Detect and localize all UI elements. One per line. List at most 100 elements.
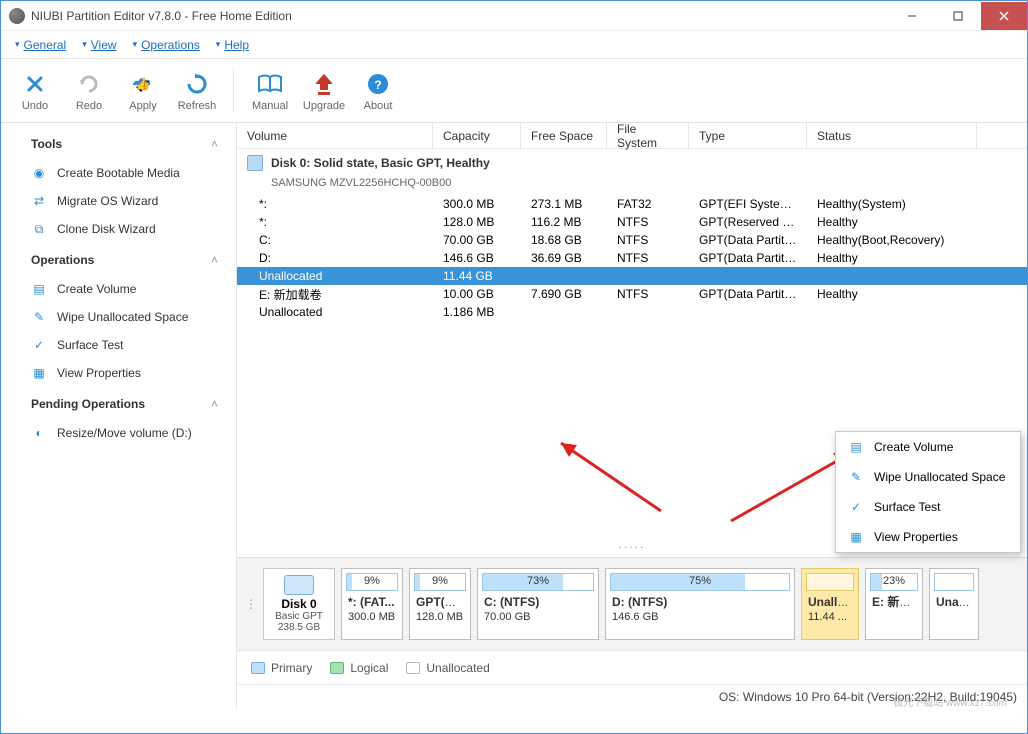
sidebar-item-view-properties[interactable]: ▦View Properties bbox=[1, 359, 236, 387]
close-button[interactable] bbox=[981, 2, 1027, 30]
drive-icon bbox=[284, 575, 314, 595]
clone-icon: ⧉ bbox=[31, 221, 47, 237]
app-icon bbox=[9, 8, 25, 24]
partition-box[interactable]: 23%E: 新加... bbox=[865, 568, 923, 640]
table-row[interactable]: *:300.0 MB273.1 MBFAT32GPT(EFI System ..… bbox=[237, 195, 1027, 213]
menu-view[interactable]: ▾View bbox=[82, 38, 116, 52]
sidebar-item-surface-test[interactable]: ✓Surface Test bbox=[1, 331, 236, 359]
annotation-arrow-1 bbox=[541, 431, 681, 524]
title-bar: NIUBI Partition Editor v7.8.0 - Free Hom… bbox=[1, 1, 1027, 31]
col-status[interactable]: Status bbox=[807, 123, 977, 148]
table-row[interactable]: C:70.00 GB18.68 GBNTFSGPT(Data Partiti..… bbox=[237, 231, 1027, 249]
chevron-up-icon: ˄ bbox=[211, 397, 218, 411]
table-row[interactable]: *:128.0 MB116.2 MBNTFSGPT(Reserved P...H… bbox=[237, 213, 1027, 231]
col-capacity[interactable]: Capacity bbox=[433, 123, 521, 148]
wipe-icon: ✎ bbox=[848, 469, 864, 485]
legend-logical: Logical bbox=[330, 661, 388, 675]
context-menu-create-volume[interactable]: ▤Create Volume bbox=[836, 432, 1020, 462]
chevron-down-icon: ▾ bbox=[216, 39, 221, 50]
disk-summary-box[interactable]: Disk 0 Basic GPT 238.5 GB bbox=[263, 568, 335, 640]
partition-box[interactable]: 9%GPT(Re...128.0 MB bbox=[409, 568, 471, 640]
main-area: Tools ˄ ◉Create Bootable Media ⇄Migrate … bbox=[1, 123, 1027, 708]
properties-icon: ▦ bbox=[848, 529, 864, 545]
about-button[interactable]: ? About bbox=[356, 70, 400, 112]
sidebar: Tools ˄ ◉Create Bootable Media ⇄Migrate … bbox=[1, 123, 237, 708]
create-volume-icon: ▤ bbox=[848, 439, 864, 455]
toolbar-separator bbox=[233, 69, 234, 113]
legend-primary: Primary bbox=[251, 661, 312, 675]
sidebar-item-create-bootable-media[interactable]: ◉Create Bootable Media bbox=[1, 159, 236, 187]
col-volume[interactable]: Volume bbox=[237, 123, 433, 148]
properties-icon: ▦ bbox=[31, 365, 47, 381]
grid-header: Volume Capacity Free Space File System T… bbox=[237, 123, 1027, 149]
surface-test-icon: ✓ bbox=[848, 499, 864, 515]
disk-model: SAMSUNG MZVL2256HCHQ-00B00 bbox=[237, 177, 1027, 195]
legend: Primary Logical Unallocated bbox=[237, 650, 1027, 684]
disk-icon bbox=[247, 155, 263, 171]
upgrade-icon bbox=[310, 70, 338, 98]
sidebar-item-clone-disk-wizard[interactable]: ⧉Clone Disk Wizard bbox=[1, 215, 236, 243]
upgrade-button[interactable]: Upgrade bbox=[302, 70, 346, 112]
chevron-down-icon: ▾ bbox=[82, 39, 87, 50]
partition-box[interactable]: 9%*: (FAT...300.0 MB bbox=[341, 568, 403, 640]
disk-map: ⋮ Disk 0 Basic GPT 238.5 GB 9%*: (FAT...… bbox=[237, 557, 1027, 650]
chevron-down-icon: ▾ bbox=[15, 39, 20, 50]
chevron-up-icon: ˄ bbox=[211, 253, 218, 267]
undo-icon bbox=[21, 70, 49, 98]
chevron-down-icon: ▾ bbox=[133, 39, 138, 50]
menu-operations[interactable]: ▾Operations bbox=[133, 38, 200, 52]
surface-test-icon: ✓ bbox=[31, 337, 47, 353]
create-volume-icon: ▤ bbox=[31, 281, 47, 297]
legend-unallocated: Unallocated bbox=[406, 661, 489, 675]
redo-icon bbox=[75, 70, 103, 98]
pending-icon: ◐ bbox=[31, 425, 47, 441]
manual-icon bbox=[256, 70, 284, 98]
window-title: NIUBI Partition Editor v7.8.0 - Free Hom… bbox=[31, 9, 292, 23]
table-row[interactable]: D:146.6 GB36.69 GBNTFSGPT(Data Partiti..… bbox=[237, 249, 1027, 267]
wipe-icon: ✎ bbox=[31, 309, 47, 325]
context-menu-surface-test[interactable]: ✓Surface Test bbox=[836, 492, 1020, 522]
maximize-button[interactable] bbox=[935, 2, 981, 30]
col-free-space[interactable]: Free Space bbox=[521, 123, 607, 148]
toolbar: Undo Redo 👍 Apply Refresh Manual Upgrade… bbox=[1, 59, 1027, 123]
context-menu-wipe-unallocated[interactable]: ✎Wipe Unallocated Space bbox=[836, 462, 1020, 492]
sidebar-item-wipe-unallocated[interactable]: ✎Wipe Unallocated Space bbox=[1, 303, 236, 331]
sidebar-pending-header[interactable]: Pending Operations ˄ bbox=[1, 387, 236, 419]
context-menu-view-properties[interactable]: ▦View Properties bbox=[836, 522, 1020, 552]
partition-box[interactable]: Unalloc... bbox=[929, 568, 979, 640]
svg-text:?: ? bbox=[374, 78, 381, 92]
refresh-button[interactable]: Refresh bbox=[175, 70, 219, 112]
window-controls bbox=[889, 2, 1027, 30]
menu-bar: ▾General ▾View ▾Operations ▾Help bbox=[1, 31, 1027, 59]
col-file-system[interactable]: File System bbox=[607, 123, 689, 148]
table-row[interactable]: Unallocated1.186 MB bbox=[237, 303, 1027, 321]
col-type[interactable]: Type bbox=[689, 123, 807, 148]
minimize-button[interactable] bbox=[889, 2, 935, 30]
disk-header[interactable]: Disk 0: Solid state, Basic GPT, Healthy bbox=[237, 149, 1027, 177]
table-row[interactable]: E: 新加载卷10.00 GB7.690 GBNTFSGPT(Data Part… bbox=[237, 285, 1027, 303]
sidebar-item-pending-resize[interactable]: ◐Resize/Move volume (D:) bbox=[1, 419, 236, 447]
manual-button[interactable]: Manual bbox=[248, 70, 292, 112]
apply-button[interactable]: 👍 Apply bbox=[121, 70, 165, 112]
sidebar-tools-header[interactable]: Tools ˄ bbox=[1, 127, 236, 159]
partition-box-unallocated[interactable]: Unalloc...11.44 ... bbox=[801, 568, 859, 640]
drag-handle-icon[interactable]: ⋮ bbox=[245, 597, 257, 611]
apply-icon: 👍 bbox=[129, 70, 157, 98]
menu-help[interactable]: ▾Help bbox=[216, 38, 249, 52]
refresh-icon bbox=[183, 70, 211, 98]
chevron-up-icon: ˄ bbox=[211, 137, 218, 151]
menu-general[interactable]: ▾General bbox=[15, 38, 66, 52]
table-row[interactable]: Unallocated11.44 GB bbox=[237, 267, 1027, 285]
grid-rows: *:300.0 MB273.1 MBFAT32GPT(EFI System ..… bbox=[237, 195, 1027, 321]
undo-button[interactable]: Undo bbox=[13, 70, 57, 112]
sidebar-item-migrate-os-wizard[interactable]: ⇄Migrate OS Wizard bbox=[1, 187, 236, 215]
context-menu: ▤Create Volume ✎Wipe Unallocated Space ✓… bbox=[835, 431, 1021, 553]
sidebar-item-create-volume[interactable]: ▤Create Volume bbox=[1, 275, 236, 303]
content-panel: Volume Capacity Free Space File System T… bbox=[237, 123, 1027, 708]
redo-button[interactable]: Redo bbox=[67, 70, 111, 112]
disc-icon: ◉ bbox=[31, 165, 47, 181]
partition-box[interactable]: 73%C: (NTFS)70.00 GB bbox=[477, 568, 599, 640]
partition-box[interactable]: 75%D: (NTFS)146.6 GB bbox=[605, 568, 795, 640]
sidebar-operations-header[interactable]: Operations ˄ bbox=[1, 243, 236, 275]
about-icon: ? bbox=[364, 70, 392, 98]
